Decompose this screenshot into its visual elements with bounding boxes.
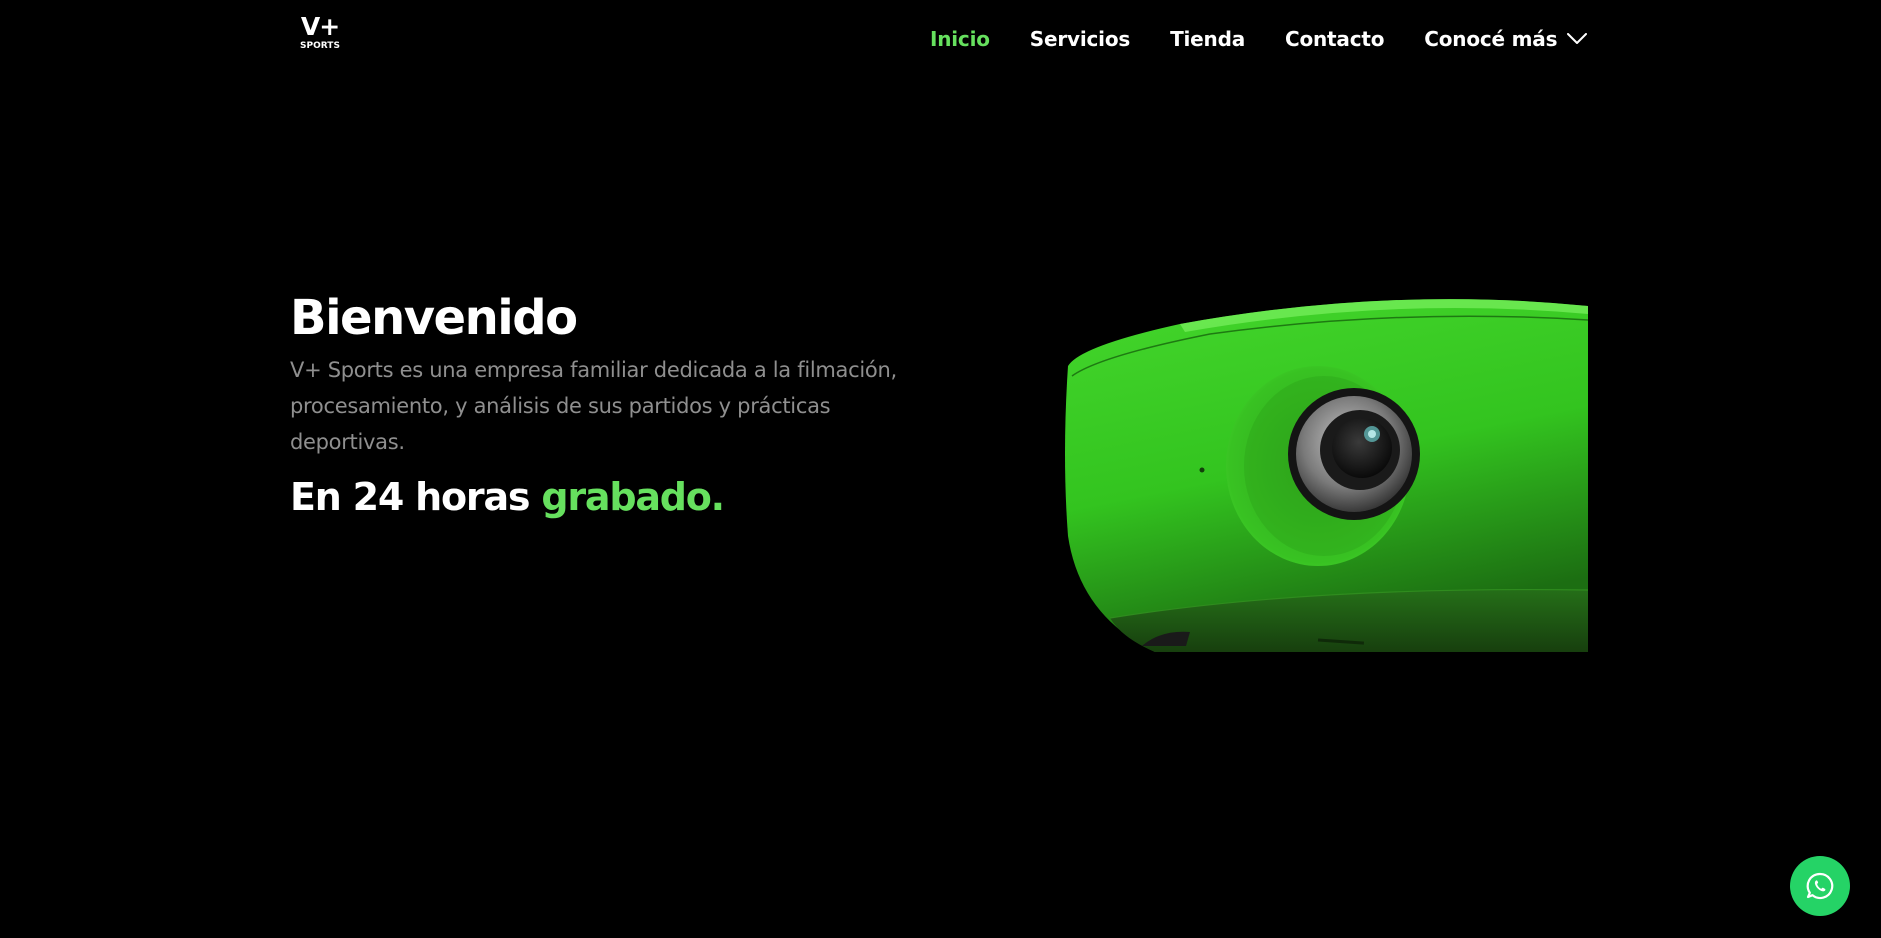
hero-title: Bienvenido (290, 290, 578, 346)
logo-subtitle: SPORTS (300, 41, 340, 51)
nav-dropdown-label: Conocé más (1424, 27, 1558, 51)
nav-item-servicios[interactable]: Servicios (1030, 27, 1130, 51)
nav-item-contacto[interactable]: Contacto (1285, 27, 1384, 51)
hero-description: V+ Sports es una empresa familiar dedica… (290, 358, 897, 454)
whatsapp-button[interactable] (1790, 856, 1850, 916)
nav-dropdown-conoce-mas[interactable]: Conocé más (1424, 27, 1588, 51)
nav-item-tienda[interactable]: Tienda (1170, 27, 1245, 51)
hero-tagline: En 24 horas grabado. (290, 474, 910, 520)
whatsapp-icon (1806, 872, 1834, 900)
tagline-accent: grabado. (541, 475, 725, 519)
hero-section: Bienvenido V+ Sports es una empresa fami… (290, 290, 910, 520)
tagline-prefix: En 24 horas (290, 475, 531, 519)
nav-item-inicio[interactable]: Inicio (930, 27, 990, 51)
logo[interactable]: V+ SPORTS (298, 14, 342, 51)
camera-illustration (1065, 299, 1588, 652)
logo-mark: V+ (300, 12, 340, 41)
chevron-down-icon (1567, 33, 1588, 44)
navbar: V+ SPORTS Inicio Servicios Tienda Contac… (0, 0, 1881, 78)
hero-camera-image (1060, 296, 1588, 652)
main-menu: Inicio Servicios Tienda Contacto Conocé … (930, 24, 1588, 54)
